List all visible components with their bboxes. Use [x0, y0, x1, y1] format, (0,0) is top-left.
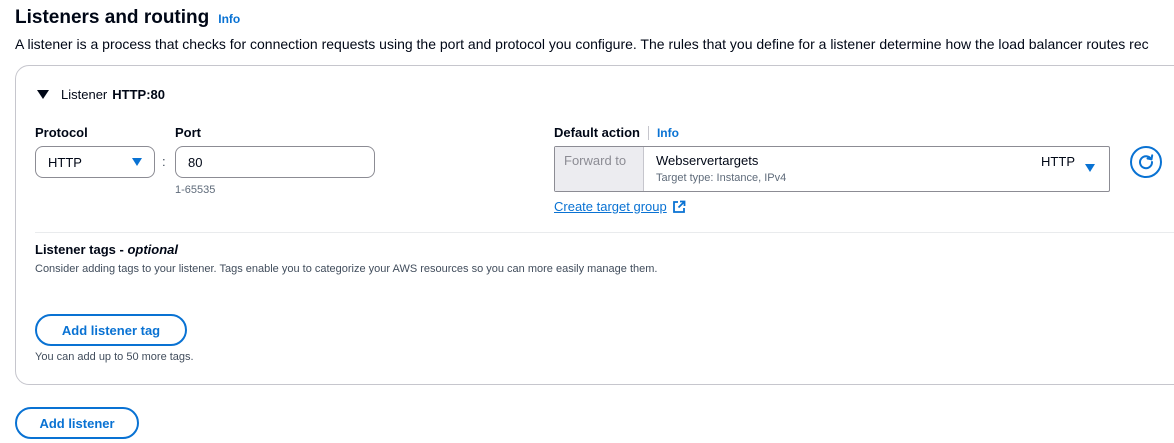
target-group-protocol: HTTP: [1041, 154, 1075, 169]
forward-to-label: Forward to: [555, 147, 644, 191]
listener-tags-description: Consider adding tags to your listener. T…: [35, 263, 658, 275]
triangle-down-icon: [132, 158, 142, 166]
target-group-name: Webservertargets: [656, 153, 759, 168]
tags-limit-hint: You can add up to 50 more tags.: [35, 351, 194, 363]
default-action-field: Forward to Webservertargets Target type:…: [554, 146, 1110, 192]
port-input-value: 80: [188, 154, 203, 170]
listener-prefix: Listener: [61, 87, 108, 102]
target-group-select[interactable]: Webservertargets Target type: Instance, …: [644, 147, 1109, 191]
create-target-group-label: Create target group: [554, 199, 667, 214]
listener-tags-optional: optional: [127, 242, 179, 257]
header-divider: [647, 125, 649, 140]
listener-tags-title-main: Listener tags -: [35, 242, 128, 257]
protocol-select-value: HTTP: [48, 154, 82, 170]
section-divider: [35, 232, 1174, 233]
listener-tags-title: Listener tags - optional: [35, 242, 178, 257]
protocol-label: Protocol: [35, 125, 88, 140]
add-listener-tag-button[interactable]: Add listener tag: [35, 314, 187, 346]
section-description: A listener is a process that checks for …: [15, 36, 1149, 52]
triangle-down-icon: [1085, 164, 1095, 172]
default-action-header: Default action Info: [554, 125, 679, 140]
section-info-link[interactable]: Info: [218, 12, 240, 26]
refresh-target-groups-button[interactable]: [1130, 146, 1162, 178]
listener-expand-toggle[interactable]: Listener HTTP:80: [37, 87, 165, 102]
port-constraint-hint: 1-65535: [175, 184, 216, 196]
protocol-select[interactable]: HTTP: [35, 146, 155, 178]
port-input[interactable]: 80: [175, 146, 375, 178]
add-listener-button[interactable]: Add listener: [15, 407, 139, 439]
refresh-icon: [1139, 154, 1154, 170]
section-title: Listeners and routing: [15, 7, 210, 28]
default-action-info-link[interactable]: Info: [657, 126, 679, 140]
section-header: Listeners and routing Info: [15, 7, 240, 29]
target-group-type: Target type: Instance, IPv4: [656, 172, 787, 184]
port-label: Port: [175, 125, 201, 140]
protocol-port-separator: :: [162, 154, 166, 169]
external-link-icon: [672, 200, 686, 213]
caret-down-icon: [37, 90, 49, 99]
create-target-group-link[interactable]: Create target group: [554, 199, 686, 214]
default-action-label: Default action: [554, 125, 640, 140]
listener-card: [15, 65, 1174, 385]
listener-name: HTTP:80: [112, 87, 165, 102]
